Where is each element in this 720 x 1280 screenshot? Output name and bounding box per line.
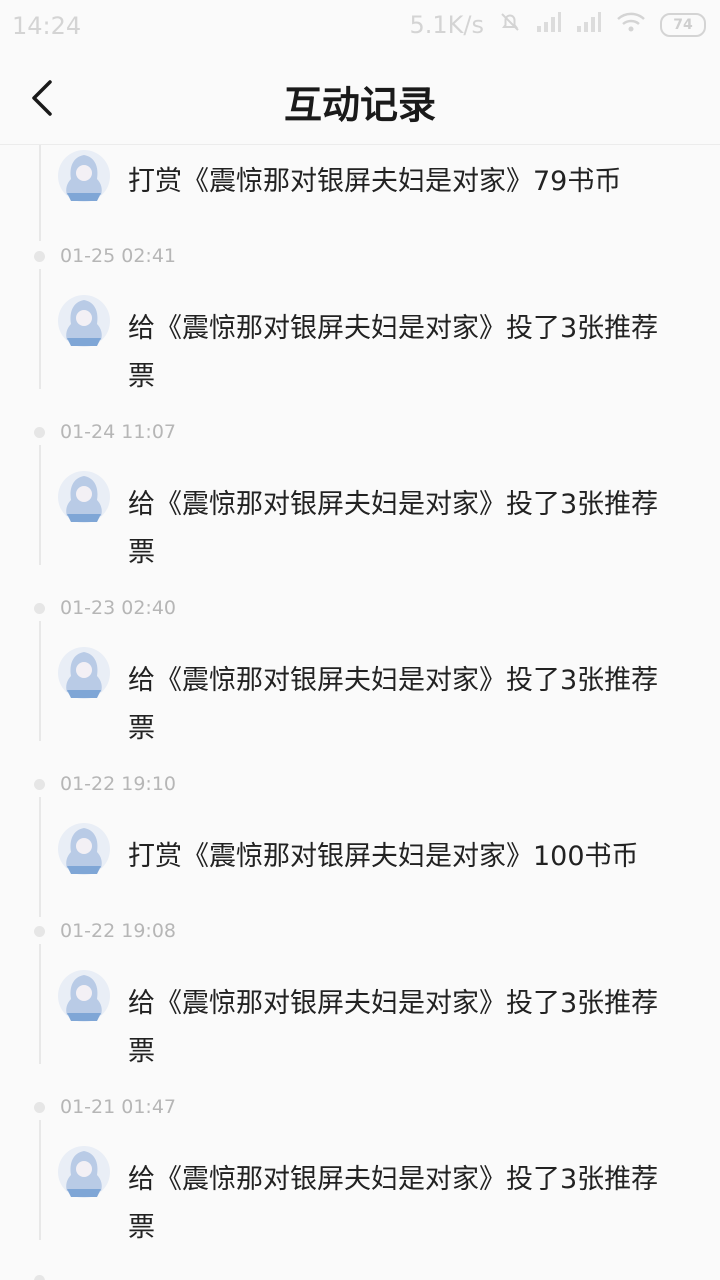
timeline-dot <box>34 251 45 262</box>
status-bar: 14:24 5.1K/s 74 <box>0 0 720 52</box>
timeline-dot <box>34 926 45 937</box>
record-date: 01-21 01:47 <box>60 1096 177 1118</box>
wifi-icon <box>616 11 646 39</box>
nav-header: 互动记录 <box>0 52 720 145</box>
timeline-dot <box>34 1275 45 1280</box>
user-avatar <box>58 647 110 699</box>
timeline-line <box>39 1120 41 1240</box>
battery-icon: 74 <box>660 13 706 37</box>
record-text: 给《震惊那对银屏夫妇是对家》投了3张推荐票 <box>128 665 659 744</box>
record-date: 01-25 02:41 <box>60 245 177 267</box>
user-avatar <box>58 823 110 875</box>
status-time: 14:24 <box>12 12 82 40</box>
page-title: 互动记录 <box>283 82 436 127</box>
interaction-record-list[interactable]: 打赏《震惊那对银屏夫妇是对家》79书币 01-25 02:41 给《震惊那对银屏… <box>0 145 720 1280</box>
record-date: 01-23 02:40 <box>60 597 177 619</box>
bell-muted-icon <box>498 10 522 40</box>
timeline-line <box>39 944 41 1064</box>
timeline-line <box>39 621 41 741</box>
record-text: 打赏《震惊那对银屏夫妇是对家》79书币 <box>128 166 622 197</box>
record-text: 给《震惊那对银屏夫妇是对家》投了3张推荐票 <box>128 988 659 1067</box>
timeline-line <box>39 145 41 241</box>
record-text: 给《震惊那对银屏夫妇是对家》投了3张推荐票 <box>128 313 659 392</box>
record-text: 给《震惊那对银屏夫妇是对家》投了3张推荐票 <box>128 489 659 568</box>
signal-icon <box>576 11 602 39</box>
record-date: 01-24 11:07 <box>60 421 177 443</box>
status-icons: 5.1K/s 74 <box>409 10 706 40</box>
record-text: 给《震惊那对银屏夫妇是对家》投了3张推荐票 <box>128 1164 659 1243</box>
network-speed: 5.1K/s <box>409 11 485 39</box>
timeline-line <box>39 797 41 917</box>
record-text: 打赏《震惊那对银屏夫妇是对家》100书币 <box>128 841 639 872</box>
timeline-dot <box>34 427 45 438</box>
user-avatar <box>58 970 110 1022</box>
record-date: 01-22 19:08 <box>60 920 177 942</box>
user-avatar <box>58 1146 110 1198</box>
timeline-dot <box>34 603 45 614</box>
timeline-line <box>39 445 41 565</box>
user-avatar <box>58 471 110 523</box>
signal-icon <box>536 11 562 39</box>
timeline-line <box>39 269 41 389</box>
record-date: 01-22 19:10 <box>60 773 177 795</box>
user-avatar <box>58 150 110 202</box>
timeline-dot <box>34 1102 45 1113</box>
timeline-dot <box>34 779 45 790</box>
user-avatar <box>58 295 110 347</box>
